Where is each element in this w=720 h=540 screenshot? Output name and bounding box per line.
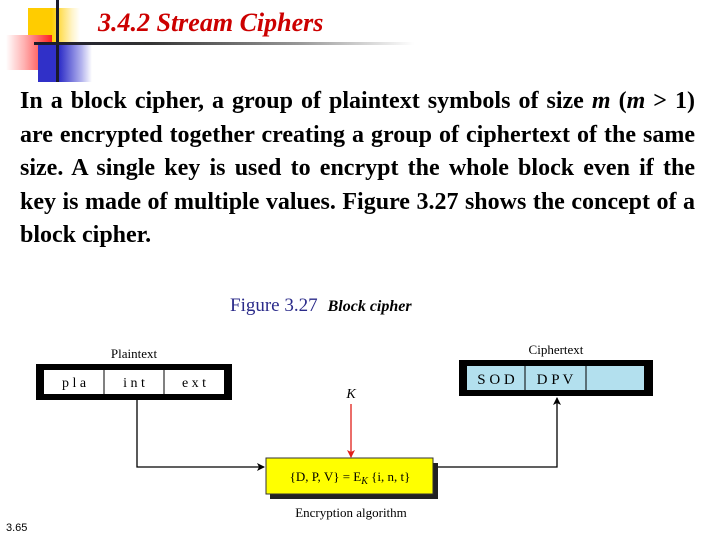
ciphertext-block: S O D [477, 372, 515, 388]
logo-blue-square [38, 44, 92, 82]
math-variable: m [626, 88, 646, 114]
paragraph-text: ( [610, 88, 627, 114]
plaintext-to-algorithm-arrow [136, 400, 265, 471]
logo-vertical-line [56, 0, 59, 82]
plaintext-block: e x t [182, 376, 206, 391]
ciphertext-block: D P V [537, 372, 574, 388]
title-underline [34, 42, 414, 45]
math-variable: m [591, 88, 611, 114]
plaintext-block: p l a [62, 376, 87, 391]
figure-caption: Figure 3.27 Block cipher [230, 295, 412, 317]
slide-title: 3.4.2 Stream Ciphers [98, 8, 324, 37]
plaintext-block: i n t [123, 376, 145, 391]
paragraph-text: In a block cipher, a group of plaintext … [20, 88, 592, 114]
ciphertext-label: Ciphertext [529, 342, 584, 357]
algorithm-to-ciphertext-arrow [434, 397, 561, 468]
equation-lhs: {D, P, V} = E [290, 469, 362, 484]
figure-title: Block cipher [327, 298, 412, 315]
figure-number: Figure 3.27 [230, 295, 318, 316]
body-paragraph: In a block cipher, a group of plaintext … [20, 85, 695, 253]
block-cipher-diagram: Plaintext p l a i n t e x t Ciphertext S… [36, 342, 653, 520]
equation-rhs: {i, n, t} [368, 469, 410, 484]
key-label: K [345, 387, 356, 402]
slide-number: 3.65 [6, 522, 28, 534]
plaintext-label: Plaintext [111, 346, 158, 361]
algorithm-label: Encryption algorithm [295, 505, 407, 520]
